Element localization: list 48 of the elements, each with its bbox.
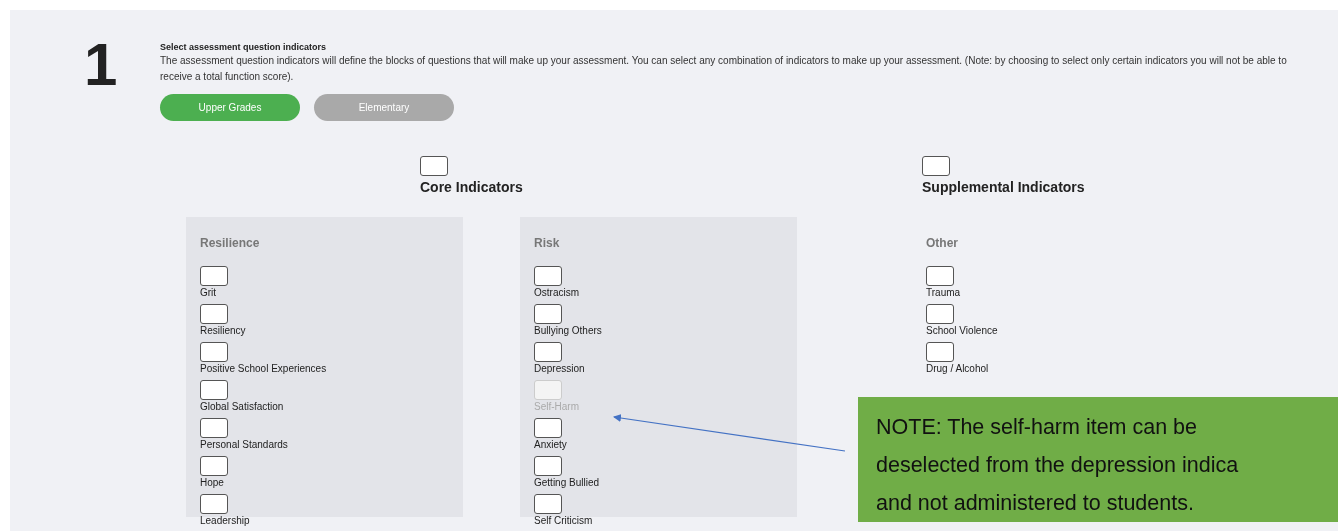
indicator-checkbox[interactable] <box>200 342 228 362</box>
indicator-label: Positive School Experiences <box>200 362 328 376</box>
indicator-checkbox[interactable] <box>200 418 228 438</box>
indicator-checkbox[interactable] <box>534 418 562 438</box>
step-number: 1 <box>84 40 119 100</box>
indicator-label: Hope <box>200 476 225 490</box>
note-text: NOTE: The self-harm item can be <box>876 414 1198 441</box>
indicator-label: School Violence <box>926 324 999 338</box>
indicator-checkbox[interactable] <box>926 342 954 362</box>
group-heading: Other <box>926 236 959 250</box>
indicator-label: Resiliency <box>200 324 247 338</box>
indicator-label: Leadership <box>200 514 251 528</box>
section-title: Supplemental Indicators <box>922 179 1085 195</box>
indicator-checkbox[interactable] <box>200 494 228 514</box>
indicator-checkbox[interactable] <box>926 266 954 286</box>
indicator-label: Self-Harm <box>534 400 580 414</box>
indicator-label: Ostracism <box>534 286 580 300</box>
note-text: deselected from the depression indica <box>876 452 1239 479</box>
group-heading: Risk <box>534 236 561 250</box>
group-heading: Resilience <box>200 236 261 250</box>
indicator-checkbox[interactable] <box>200 456 228 476</box>
indicator-checkbox[interactable] <box>926 304 954 324</box>
indicator-checkbox[interactable] <box>200 304 228 324</box>
section-checkbox[interactable] <box>420 156 448 176</box>
indicator-label: Self Criticism <box>534 514 594 528</box>
indicator-label: Anxiety <box>534 438 568 452</box>
indicator-checkbox[interactable] <box>534 304 562 324</box>
indicator-label: Depression <box>534 362 586 376</box>
indicator-label: Drug / Alcohol <box>926 362 990 376</box>
indicator-checkbox[interactable] <box>534 342 562 362</box>
indicator-label: Personal Standards <box>200 438 289 452</box>
indicator-checkbox[interactable] <box>200 380 228 400</box>
indicator-label: Trauma <box>926 286 962 300</box>
indicator-checkbox[interactable] <box>534 266 562 286</box>
step-title: Select assessment question indicators <box>160 42 328 52</box>
indicator-checkbox[interactable] <box>534 456 562 476</box>
grade-toggle-button[interactable]: Upper Grades <box>160 94 300 121</box>
indicator-label: Global Satisfaction <box>200 400 285 414</box>
indicator-checkbox[interactable] <box>534 494 562 514</box>
section-title: Core Indicators <box>420 179 523 195</box>
indicator-label: Bullying Others <box>534 324 603 338</box>
grade-toggle-button[interactable]: Elementary <box>314 94 454 121</box>
section-checkbox[interactable] <box>922 156 950 176</box>
indicator-label: Getting Bullied <box>534 476 601 490</box>
indicator-checkbox[interactable] <box>200 266 228 286</box>
indicator-label: Grit <box>200 286 218 300</box>
step-description: The assessment question indicators will define the blocks of questions that will make up your assessment. You can select any combination of indicators to make up your assessment. (Note: by choosing to select only certain indicators you will not be able to receive a total function score). <box>160 54 1288 84</box>
note-text: and not administered to students. <box>876 490 1194 517</box>
